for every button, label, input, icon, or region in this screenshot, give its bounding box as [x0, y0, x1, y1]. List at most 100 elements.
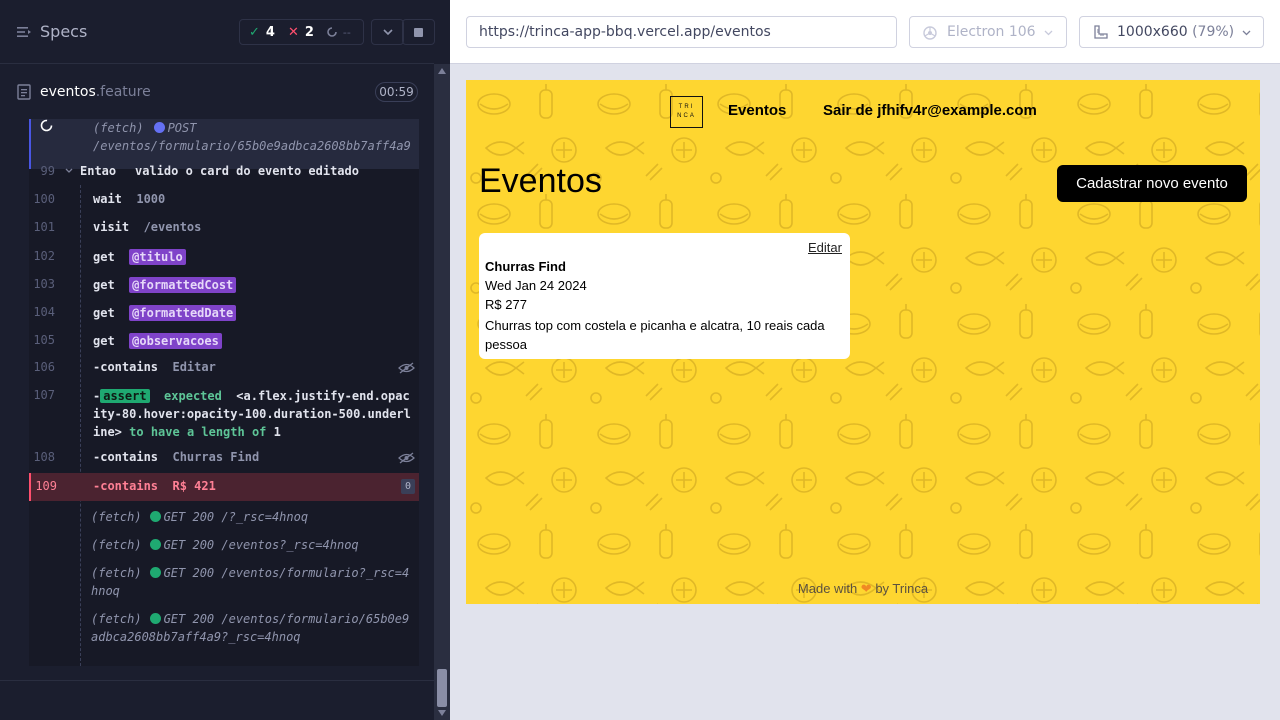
- log-row-106[interactable]: 106 -contains Editar: [29, 360, 419, 380]
- failed-count: 2: [304, 24, 314, 40]
- line-number: 101: [33, 220, 55, 234]
- command-name: -contains Churras Find: [93, 450, 259, 464]
- log-scrollbar[interactable]: [434, 64, 450, 720]
- viewport-scale: (79%): [1192, 24, 1235, 40]
- browser-selector[interactable]: Electron 106: [909, 16, 1067, 48]
- aut-header: https://trinca-app-bbq.vercel.app/evento…: [450, 0, 1280, 64]
- command-name: -contains Editar: [93, 360, 216, 374]
- cmd-message: Churras Find: [172, 450, 260, 464]
- log-row-99[interactable]: 99 Entao valido o card do evento editado: [29, 164, 419, 186]
- failed-stat: ✕ 2: [288, 25, 314, 40]
- cmd-label: get: [93, 306, 115, 320]
- scrollbar-thumb[interactable]: [437, 669, 447, 707]
- success-dot: [149, 613, 161, 624]
- command-name: get @observacoes: [93, 333, 222, 349]
- reporter-panel: Specs ✓ 4 ✕ 2 -- eventos.feature 00:59 (…: [0, 0, 450, 720]
- log-row-fetch[interactable]: (fetch) GET 200 /eventos/formulario?_rsc=…: [29, 564, 419, 602]
- alias-badge: @formattedDate: [129, 305, 237, 321]
- cmd-label: get: [93, 334, 115, 348]
- log-row-103[interactable]: 103 get @formattedCost: [29, 277, 419, 297]
- pending-stat: --: [327, 26, 351, 39]
- line-number: 99: [40, 164, 55, 178]
- cmd-label: get: [93, 278, 115, 292]
- command-name: wait 1000: [93, 192, 165, 206]
- log-row-fetch[interactable]: (fetch) GET 200 /eventos/formulario/65b0e…: [29, 610, 419, 666]
- assert-message: - assert expected <a.flex.justify-end.opa…: [93, 387, 413, 441]
- logout-link[interactable]: Sair de jfhifv4r@example.com: [823, 102, 1037, 119]
- log-row-101[interactable]: 101 visit /eventos: [29, 220, 419, 240]
- assert-expected: expected: [164, 389, 222, 403]
- success-dot: [149, 539, 161, 550]
- log-row-104[interactable]: 104 get @formattedDate: [29, 305, 419, 325]
- log-row-102[interactable]: 102 get @titulo: [29, 249, 419, 269]
- cmd-label: -contains: [93, 450, 159, 464]
- command-name: get @formattedCost: [93, 277, 237, 293]
- viewport-selector[interactable]: 1000x660 (79%): [1079, 16, 1264, 48]
- app-navbar: TRI NCA Eventos Sair de jfhifv4r@example…: [466, 80, 1260, 144]
- pending-dot: [153, 122, 165, 133]
- cmd-label: get: [93, 250, 115, 264]
- log-row-fetch-post[interactable]: (fetch) POST /eventos/formulario/65b0e9ad…: [29, 119, 419, 169]
- log-row-100[interactable]: 100 wait 1000: [29, 192, 419, 212]
- specs-title[interactable]: Specs: [40, 22, 87, 41]
- command-name: -contains R$ 421: [93, 479, 216, 493]
- scroll-down-arrow-icon[interactable]: [438, 710, 446, 716]
- fetch-request: GET 200 /eventos?_rsc=4hnoq: [163, 538, 359, 552]
- event-card[interactable]: Editar Churras Find Wed Jan 24 2024 R$ 2…: [479, 233, 850, 359]
- step-keyword: Entao: [80, 164, 117, 178]
- url-bar[interactable]: https://trinca-app-bbq.vercel.app/evento…: [466, 16, 897, 48]
- scroll-up-arrow-icon[interactable]: [438, 68, 446, 74]
- app-under-test-panel: https://trinca-app-bbq.vercel.app/evento…: [450, 0, 1280, 720]
- alias-badge: @observacoes: [129, 333, 222, 349]
- viewport-size: 1000x660: [1117, 24, 1188, 40]
- document-icon: [17, 84, 31, 100]
- eye-slash-icon: [398, 452, 415, 464]
- success-dot: [149, 567, 161, 578]
- line-number: 106: [33, 360, 55, 374]
- check-icon: ✓: [249, 24, 260, 40]
- spec-file-ext: .feature: [95, 84, 151, 100]
- reporter-footer-divider: [0, 680, 434, 681]
- spec-file-basename: eventos: [40, 84, 96, 100]
- cmd-label: wait: [93, 192, 122, 206]
- log-row-108[interactable]: 108 -contains Churras Find: [29, 450, 419, 470]
- log-row-105[interactable]: 105 get @observacoes: [29, 333, 419, 353]
- line-number: 104: [33, 305, 55, 319]
- spinner-icon: [327, 27, 337, 37]
- log-row-fetch[interactable]: (fetch) GET 200 /eventos?_rsc=4hnoq: [29, 536, 419, 556]
- cmd-label: visit: [93, 220, 130, 234]
- spec-file-name[interactable]: eventos.feature: [40, 84, 151, 100]
- log-row-107[interactable]: 107 - assert expected <a.flex.justify-end…: [29, 386, 419, 442]
- nav-link-eventos[interactable]: Eventos: [728, 102, 786, 119]
- stop-button[interactable]: [402, 19, 435, 45]
- line-number: 105: [33, 333, 55, 347]
- fetch-line: (fetch) GET 200 /eventos/formulario?_rsc=…: [91, 564, 411, 600]
- expand-button[interactable]: [371, 19, 404, 45]
- line-number: 107: [33, 388, 55, 402]
- log-row-fetch[interactable]: (fetch) GET 200 /?_rsc=4hnoq: [29, 508, 419, 528]
- trinca-logo[interactable]: TRI NCA: [670, 96, 703, 128]
- assert-value: 1: [273, 425, 281, 439]
- edit-link[interactable]: Editar: [808, 240, 842, 255]
- event-date: Wed Jan 24 2024: [485, 278, 587, 293]
- duration-badge: 00:59: [375, 82, 418, 102]
- specs-header: Specs ✓ 4 ✕ 2 --: [0, 0, 435, 64]
- chevron-down-icon[interactable]: [65, 168, 73, 174]
- line-number: 102: [33, 249, 55, 263]
- new-event-button[interactable]: Cadastrar novo evento: [1057, 165, 1247, 202]
- success-dot: [149, 511, 161, 522]
- cmd-message: 1000: [136, 192, 166, 206]
- log-row-109-failed[interactable]: 109 -contains R$ 421 0: [29, 473, 419, 501]
- chevron-down-icon: [1044, 30, 1053, 36]
- fetch-line: (fetch) GET 200 /?_rsc=4hnoq: [91, 508, 411, 526]
- footer-suffix: by Trinca: [875, 581, 929, 596]
- chevron-down-icon: [1242, 30, 1251, 36]
- fetch-line: (fetch) GET 200 /eventos/formulario/65b0e…: [91, 610, 411, 646]
- list-icon[interactable]: [16, 24, 32, 40]
- element-count-badge: 0: [401, 479, 415, 494]
- page-title: Eventos: [479, 162, 602, 200]
- command-log[interactable]: (fetch) POST /eventos/formulario/65b0e9ad…: [29, 119, 419, 666]
- command-name: get @formattedDate: [93, 305, 237, 321]
- ruler-icon: [1094, 25, 1108, 39]
- alias-badge: @formattedCost: [129, 277, 237, 293]
